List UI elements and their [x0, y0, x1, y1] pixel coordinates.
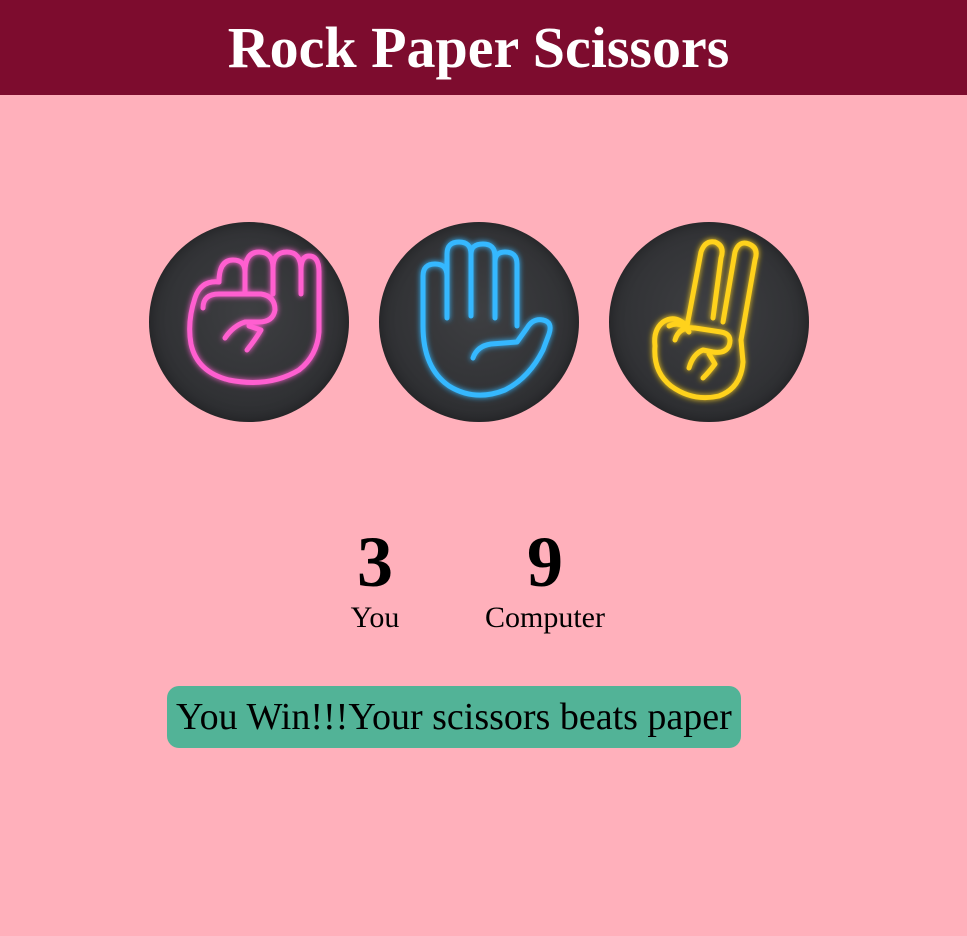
user-score-label: You [350, 601, 400, 634]
user-score-panel: 3 You [325, 522, 425, 636]
result-message: You Win!!!Your scissors beats paper [167, 686, 741, 748]
neon-open-hand-icon [420, 239, 553, 398]
page-title: Rock Paper Scissors [227, 14, 730, 80]
app-header: Rock Paper Scissors [0, 0, 967, 95]
user-score-value: 3 [357, 522, 393, 602]
rock-choice-button[interactable] [149, 222, 349, 422]
computer-score-value: 9 [527, 522, 563, 602]
neon-peace-hand-icon [652, 239, 759, 401]
computer-score-panel: 9 Computer [470, 522, 620, 636]
scissors-choice-button[interactable] [609, 222, 809, 422]
neon-fist-icon [187, 249, 322, 385]
choices-container [0, 222, 967, 422]
computer-score-label: Computer [485, 601, 605, 634]
paper-choice-button[interactable] [379, 222, 579, 422]
